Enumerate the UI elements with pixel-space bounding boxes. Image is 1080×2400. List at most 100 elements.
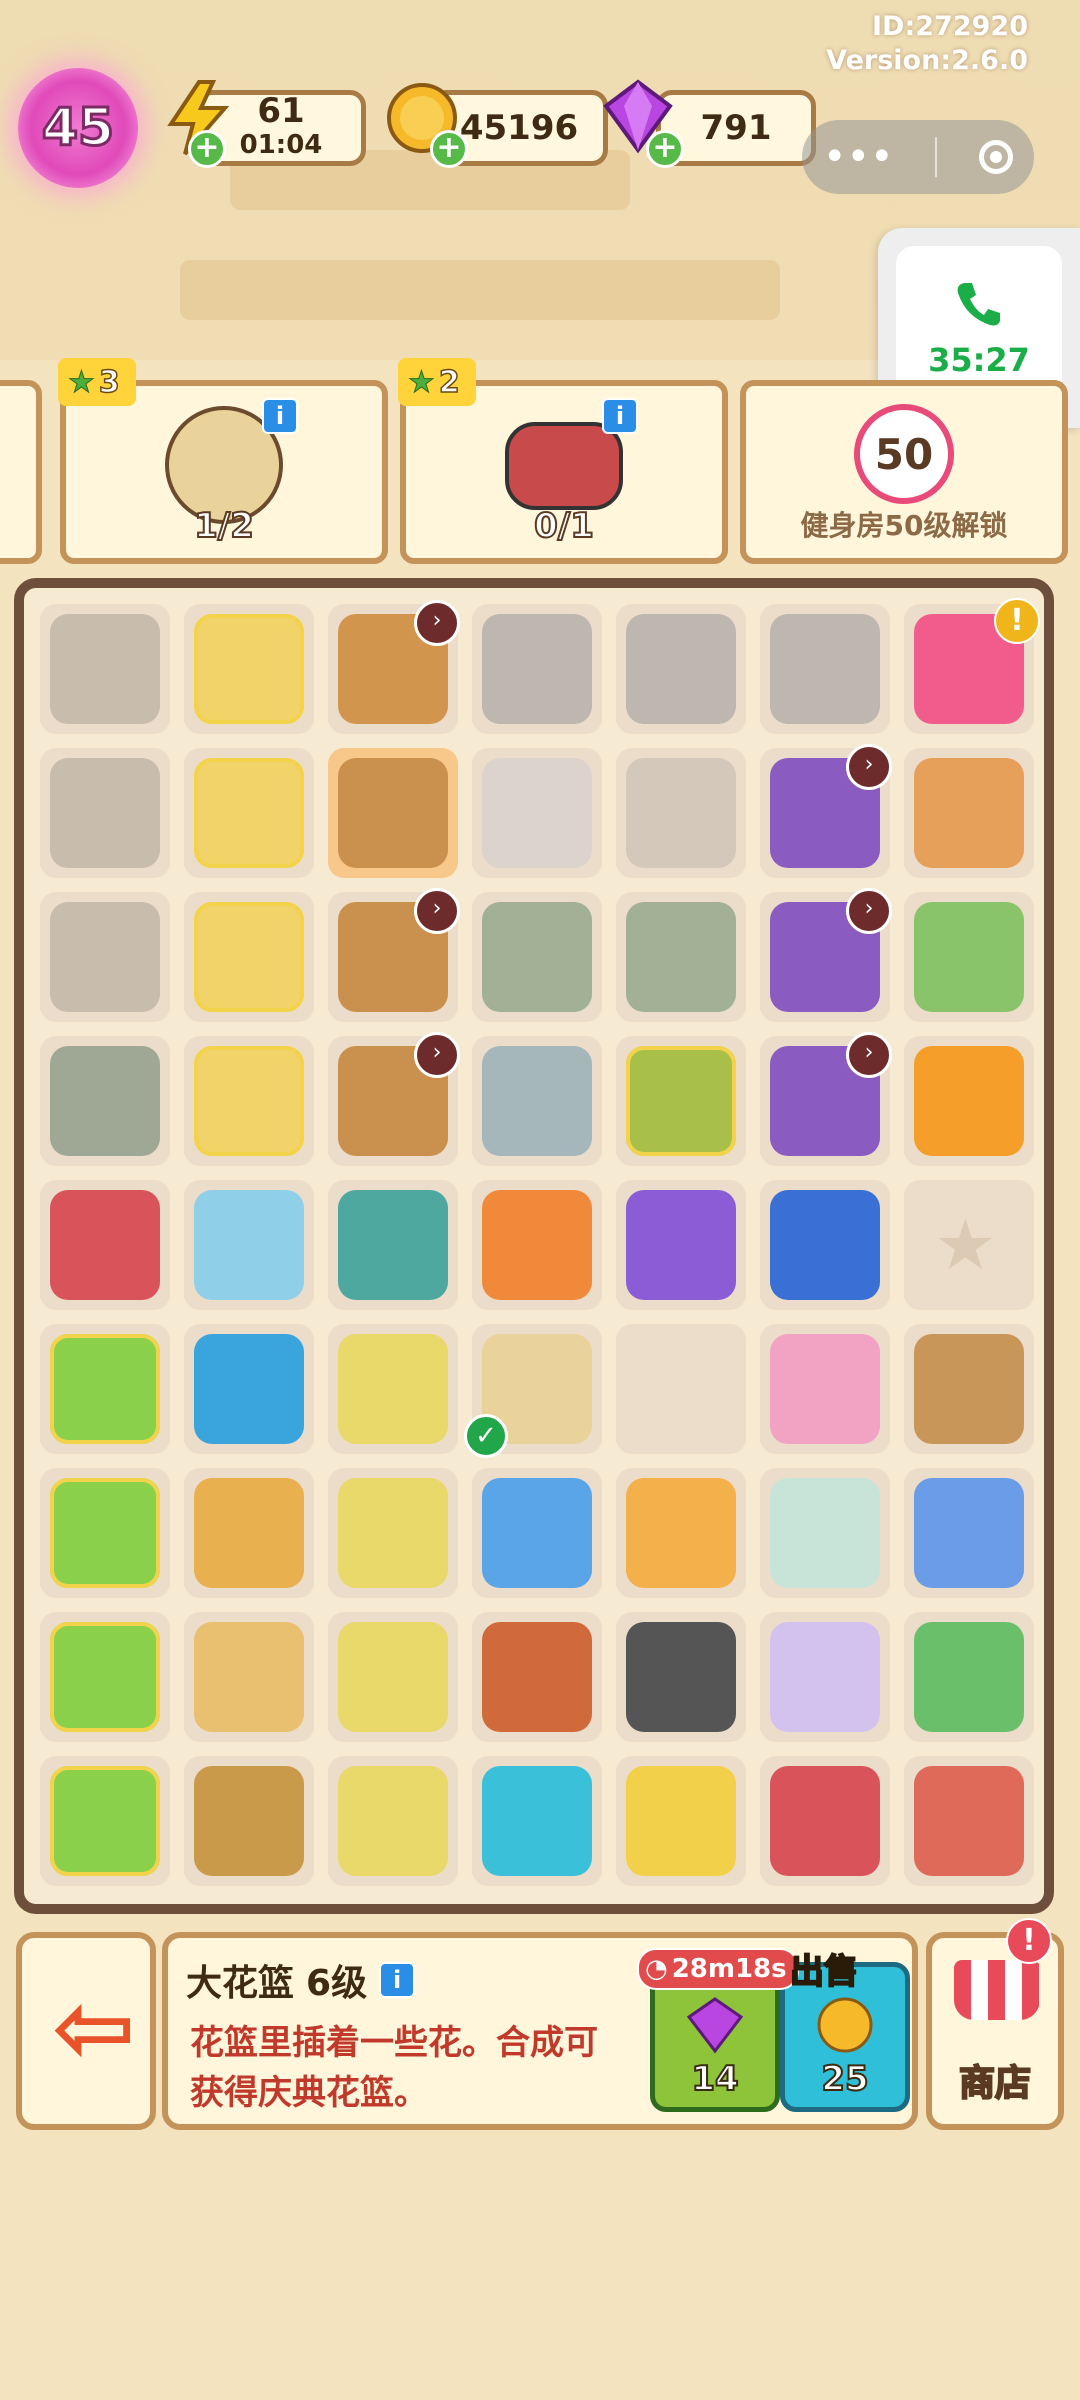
- board-cell[interactable]: ★: [904, 1180, 1034, 1310]
- board-cell[interactable]: [472, 1180, 602, 1310]
- board-cell[interactable]: [184, 892, 314, 1022]
- board-cell[interactable]: [40, 1612, 170, 1742]
- board-cell[interactable]: [904, 1612, 1034, 1742]
- board-cell[interactable]: [328, 1612, 458, 1742]
- board-cell[interactable]: ›: [760, 744, 892, 878]
- board-cell[interactable]: [472, 1468, 602, 1598]
- board-cell[interactable]: [760, 1468, 890, 1598]
- board-cell[interactable]: ›: [328, 1032, 460, 1166]
- board-cell[interactable]: [904, 1324, 1034, 1454]
- version-label: Version:2.6.0: [826, 45, 1028, 76]
- more-icon[interactable]: •••: [823, 137, 894, 177]
- board-cell[interactable]: [184, 1468, 314, 1598]
- cash-stack-icon: [914, 1622, 1024, 1732]
- board-cell[interactable]: ›: [328, 600, 460, 734]
- board-cell[interactable]: [616, 1612, 746, 1742]
- sprout-pot-icon: [194, 1478, 304, 1588]
- board-cell[interactable]: [616, 748, 746, 878]
- timer-icon: ›: [414, 1032, 460, 1078]
- add-energy-button[interactable]: +: [188, 130, 226, 168]
- board-cell[interactable]: [472, 1036, 602, 1166]
- board-cell[interactable]: [184, 1180, 314, 1310]
- board-cell[interactable]: [184, 1036, 314, 1166]
- board-cell[interactable]: [40, 748, 170, 878]
- board-cell[interactable]: [472, 892, 602, 1022]
- board-cell[interactable]: ›: [760, 888, 892, 1022]
- timer-icon: ›: [846, 1032, 892, 1078]
- speed-up-price: 14: [690, 2058, 739, 2100]
- board-cell[interactable]: [616, 1180, 746, 1310]
- board-cell[interactable]: [184, 604, 314, 734]
- cart-icon: [194, 1046, 304, 1156]
- board-cell[interactable]: [616, 604, 746, 734]
- board-cell[interactable]: [328, 1756, 458, 1886]
- energy-timer: 01:04: [239, 130, 323, 160]
- board-cell[interactable]: [40, 1468, 170, 1598]
- board-cell[interactable]: [760, 1324, 890, 1454]
- board-cell[interactable]: [184, 1612, 314, 1742]
- board-cell[interactable]: [616, 1468, 746, 1598]
- item-level: 6级: [306, 1963, 368, 2004]
- dustpan-icon: [770, 1766, 880, 1876]
- board-cell[interactable]: [760, 1756, 890, 1886]
- task-stars: 2: [438, 364, 460, 401]
- task-card-1[interactable]: ★ 3 i 1/2: [58, 358, 388, 564]
- board-cell[interactable]: [328, 1180, 458, 1310]
- add-gems-button[interactable]: +: [646, 130, 684, 168]
- info-icon[interactable]: i: [262, 398, 298, 434]
- task-card-partial[interactable]: [0, 380, 42, 564]
- board-cell[interactable]: [184, 1324, 314, 1454]
- player-level-badge[interactable]: 45: [18, 68, 138, 188]
- robot-box-icon: [194, 1190, 304, 1300]
- board-cell[interactable]: [904, 1036, 1034, 1166]
- exit-button[interactable]: ⇦: [16, 1932, 156, 2130]
- task-star-badge: ★ 3: [58, 358, 136, 406]
- unlock-level-badge: 50: [854, 404, 954, 504]
- board-cell[interactable]: [616, 1324, 746, 1454]
- shop-alert-icon: !: [1006, 1918, 1052, 1964]
- close-miniprogram-icon[interactable]: [979, 140, 1014, 174]
- info-icon[interactable]: i: [379, 1962, 416, 1998]
- board-cell[interactable]: [184, 748, 314, 878]
- board-cell[interactable]: ›: [760, 1032, 892, 1166]
- board-cell[interactable]: [472, 604, 602, 734]
- board-cell[interactable]: ✓: [464, 1324, 602, 1458]
- trash-bag-icon: [770, 614, 880, 724]
- board-cell[interactable]: [40, 604, 170, 734]
- task-star-badge: ★ 2: [398, 358, 476, 406]
- board-cell[interactable]: [472, 1756, 602, 1886]
- trolley-icon: [338, 1190, 448, 1300]
- board-cell[interactable]: !: [904, 598, 1040, 734]
- board-cell[interactable]: [40, 1180, 170, 1310]
- board-cell[interactable]: ›: [328, 888, 460, 1022]
- board-cell[interactable]: [40, 892, 170, 1022]
- board-cell[interactable]: [616, 1036, 746, 1166]
- dumbbell-cart-icon: [338, 1478, 448, 1588]
- board-cell[interactable]: [760, 1612, 890, 1742]
- board-cell[interactable]: [328, 748, 458, 878]
- shop-button[interactable]: ! 商店: [926, 1918, 1064, 2130]
- board-cell[interactable]: [904, 892, 1034, 1022]
- task-card-2[interactable]: ★ 2 i 0/1: [398, 358, 728, 564]
- board-cell[interactable]: [760, 1180, 890, 1310]
- board-cell[interactable]: [40, 1036, 170, 1166]
- board-cell[interactable]: [904, 1468, 1034, 1598]
- board-cell[interactable]: [40, 1756, 170, 1886]
- add-coins-button[interactable]: +: [430, 130, 468, 168]
- board-cell[interactable]: [472, 748, 602, 878]
- board-cell[interactable]: [904, 1756, 1034, 1886]
- board-cell[interactable]: [328, 1468, 458, 1598]
- board-cell[interactable]: [40, 1324, 170, 1454]
- board-cell[interactable]: [472, 1612, 602, 1742]
- item-description: 花篮里插着一些花。合成可获得庆典花篮。: [190, 2023, 598, 2113]
- board-cell[interactable]: [184, 1756, 314, 1886]
- robot-vacuum-icon: [194, 1334, 304, 1444]
- board-cell[interactable]: [904, 748, 1034, 878]
- board-cell[interactable]: [616, 892, 746, 1022]
- laptop-icon: [50, 1478, 160, 1588]
- board-cell[interactable]: [616, 1756, 746, 1886]
- night-cap-icon: [770, 1190, 880, 1300]
- board-cell[interactable]: [328, 1324, 458, 1454]
- board-cell[interactable]: [760, 604, 890, 734]
- info-icon[interactable]: i: [602, 398, 638, 434]
